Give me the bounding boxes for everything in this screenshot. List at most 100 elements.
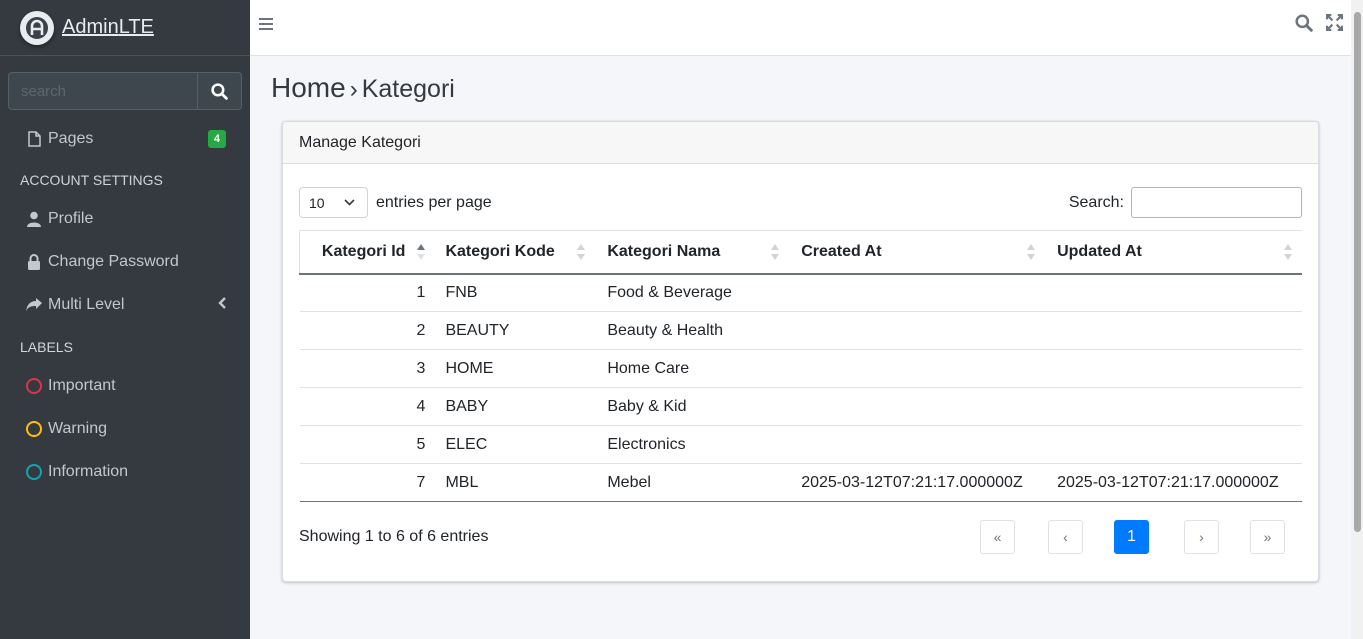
circle-icon: [26, 421, 42, 437]
table-row: 5 ELEC Electronics: [299, 425, 1302, 464]
sidebar-item-label: Pages: [48, 130, 94, 147]
brand-text[interactable]: AdminLTE: [62, 16, 154, 39]
pagination-next-button[interactable]: ›: [1184, 520, 1219, 554]
cell-nama: Food & Beverage: [595, 273, 790, 312]
sort-icon: [1284, 244, 1292, 260]
cell-id: 7: [299, 463, 434, 502]
table-search-input[interactable]: [1131, 187, 1302, 218]
table-info: Showing 1 to 6 of 6 entries: [299, 528, 489, 545]
table-search: Search:: [1069, 187, 1302, 218]
sidebar-item-multi-level[interactable]: Multi Level: [8, 285, 242, 325]
cell-id: 5: [299, 425, 434, 464]
sidebar-search-input[interactable]: [8, 72, 197, 110]
cell-updated-at: [1045, 311, 1302, 350]
cell-nama: Beauty & Health: [595, 311, 790, 350]
cell-kode: ELEC: [433, 425, 596, 464]
sidebar-item-label: Multi Level: [48, 296, 125, 313]
chevron-down-icon: [344, 199, 355, 206]
entries-label: entries per page: [376, 193, 492, 211]
sidebar-item-label: Change Password: [48, 253, 179, 270]
circle-icon: [26, 464, 42, 480]
sidebar-search: [8, 72, 242, 110]
table-row: 7 MBL Mebel 2025-03-12T07:21:17.000000Z …: [299, 463, 1302, 502]
cell-updated-at: 2025-03-12T07:21:17.000000Z: [1045, 463, 1302, 502]
sidebar-search-button[interactable]: [197, 72, 242, 110]
sidebar-item-label: Information: [48, 463, 129, 480]
table-row: 1 FNB Food & Beverage: [299, 273, 1302, 312]
cell-kode: MBL: [433, 463, 596, 502]
cell-created-at: [789, 387, 1046, 426]
sort-icon: [771, 244, 780, 260]
fullscreen-icon[interactable]: [1326, 14, 1343, 36]
cell-created-at: [789, 311, 1046, 350]
sort-icon: [577, 244, 586, 260]
table-row: 2 BEAUTY Beauty & Health: [299, 311, 1302, 350]
column-header-kategori-id[interactable]: Kategori Id: [299, 230, 434, 275]
table-header-row: Kategori Id Kategori Kode Kategori Nama …: [299, 230, 1302, 275]
sort-icon: [1027, 244, 1036, 260]
scrollbar-thumb[interactable]: [1354, 12, 1361, 532]
menu-toggle-icon[interactable]: [258, 16, 274, 32]
sidebar-item-information[interactable]: Information: [8, 452, 242, 492]
page-scrollbar[interactable]: [1351, 0, 1363, 639]
cell-updated-at: [1045, 387, 1302, 426]
cell-nama: Home Care: [595, 349, 790, 388]
cell-updated-at: [1045, 273, 1302, 312]
sidebar-item-label: Important: [48, 377, 116, 394]
cell-kode: FNB: [433, 273, 596, 312]
circle-icon: [26, 378, 42, 394]
column-header-created-at[interactable]: Created At: [789, 230, 1046, 275]
column-header-updated-at[interactable]: Updated At: [1045, 230, 1302, 275]
top-navbar: [250, 0, 1351, 56]
cell-kode: BEAUTY: [433, 311, 596, 350]
pagination-page-1-button[interactable]: 1: [1114, 520, 1149, 554]
cell-nama: Mebel: [595, 463, 790, 502]
column-header-kategori-kode[interactable]: Kategori Kode: [433, 230, 596, 275]
pagination-last-button[interactable]: »: [1250, 520, 1285, 554]
entries-control: 10 entries per page: [299, 187, 492, 218]
cell-id: 1: [299, 273, 434, 312]
cell-id: 2: [299, 311, 434, 350]
cell-nama: Electronics: [595, 425, 790, 464]
brand-link[interactable]: AdminLTE: [0, 0, 250, 56]
user-icon: [26, 210, 42, 228]
chevron-left-icon: [218, 296, 226, 314]
pagination: « ‹ 1 › »: [980, 520, 1286, 554]
pagination-prev-button[interactable]: ‹: [1048, 520, 1083, 554]
sidebar-item-profile[interactable]: Profile: [8, 199, 242, 239]
pagination-first-button[interactable]: «: [980, 520, 1015, 554]
search-icon[interactable]: [1295, 14, 1313, 37]
card-title: Manage Kategori: [283, 122, 1318, 164]
pages-badge: 4: [207, 130, 226, 148]
table-row: 4 BABY Baby & Kid: [299, 387, 1302, 426]
column-header-kategori-nama[interactable]: Kategori Nama: [595, 230, 790, 275]
cell-kode: HOME: [433, 349, 596, 388]
sidebar-item-important[interactable]: Important: [8, 366, 242, 406]
kategori-card: Manage Kategori 10 entries per page Sear…: [282, 121, 1319, 582]
cell-kode: BABY: [433, 387, 596, 426]
entries-per-page-select[interactable]: 10: [299, 187, 368, 218]
sidebar: AdminLTE Pages 4 ACCOUNT SETTINGS Profil…: [0, 0, 250, 639]
cell-id: 3: [299, 349, 434, 388]
search-label: Search:: [1068, 193, 1124, 211]
sidebar-item-warning[interactable]: Warning: [8, 409, 242, 449]
cell-updated-at: [1045, 425, 1302, 464]
cell-updated-at: [1045, 349, 1302, 388]
brand-logo-icon: [20, 10, 54, 45]
file-icon: [26, 130, 42, 148]
cell-created-at: [789, 273, 1046, 312]
kategori-table: Kategori Id Kategori Kode Kategori Nama …: [299, 230, 1302, 502]
cell-created-at: [789, 425, 1046, 464]
breadcrumb-home[interactable]: Home: [271, 72, 346, 103]
account-settings-header: ACCOUNT SETTINGS: [20, 172, 163, 188]
sidebar-item-label: Warning: [48, 420, 107, 437]
cell-nama: Baby & Kid: [595, 387, 790, 426]
table-row: 3 HOME Home Care: [299, 349, 1302, 388]
search-icon: [211, 82, 228, 100]
breadcrumb-separator: ›: [349, 76, 358, 103]
sidebar-item-pages[interactable]: Pages 4: [8, 119, 242, 159]
breadcrumb-current: Kategori: [361, 75, 455, 103]
sidebar-item-change-password[interactable]: Change Password: [8, 242, 242, 282]
sort-ascending-icon: [417, 244, 426, 260]
share-icon: [26, 296, 42, 314]
